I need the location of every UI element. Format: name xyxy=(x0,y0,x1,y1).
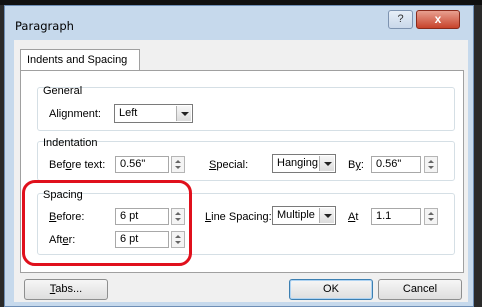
general-group-label: General xyxy=(43,85,83,97)
spin-down-icon xyxy=(428,166,434,169)
before-text-label: Before text: xyxy=(49,159,106,171)
help-button[interactable]: ? xyxy=(388,10,413,29)
line-spacing-label: Line Spacing: xyxy=(205,211,272,223)
by-label: By: xyxy=(348,159,364,171)
close-button[interactable]: x xyxy=(416,10,460,29)
line-spacing-value: Multiple xyxy=(277,209,315,221)
special-label: Special: xyxy=(209,159,249,171)
ok-button[interactable]: OK xyxy=(289,279,373,300)
by-spinner[interactable] xyxy=(424,156,438,173)
line-spacing-dropdown-button[interactable] xyxy=(319,208,334,223)
tab-indents-and-spacing[interactable]: Indents and Spacing xyxy=(20,49,140,71)
before-text-spinner[interactable] xyxy=(171,156,185,173)
spin-up-icon xyxy=(175,160,181,163)
dialog-title: Paragraph xyxy=(15,19,74,33)
at-input[interactable]: 1.1 xyxy=(371,208,421,225)
special-dropdown-button[interactable] xyxy=(319,156,334,171)
chevron-down-icon xyxy=(324,214,332,218)
chevron-down-icon xyxy=(324,162,332,166)
before-text-input[interactable]: 0.56" xyxy=(115,156,169,173)
background-right-edge xyxy=(474,5,482,307)
special-value: Hanging xyxy=(277,157,318,169)
alignment-dropdown-button[interactable] xyxy=(176,106,191,121)
annotation-highlight xyxy=(22,180,192,266)
special-dropdown[interactable]: Hanging xyxy=(272,154,336,173)
spin-down-icon xyxy=(175,166,181,169)
spin-up-icon xyxy=(428,212,434,215)
alignment-value: Left xyxy=(119,107,138,119)
spin-up-icon xyxy=(428,160,434,163)
at-spinner[interactable] xyxy=(424,208,438,225)
chevron-down-icon xyxy=(181,112,189,116)
cancel-button[interactable]: Cancel xyxy=(378,279,462,300)
indentation-group-label: Indentation xyxy=(43,137,98,149)
alignment-dropdown[interactable]: Left xyxy=(114,104,193,123)
alignment-label: Alignment: xyxy=(49,108,101,120)
by-input[interactable]: 0.56" xyxy=(371,156,421,173)
at-label: At xyxy=(348,211,359,223)
line-spacing-dropdown[interactable]: Multiple xyxy=(272,206,336,225)
spin-down-icon xyxy=(428,218,434,221)
tabs-button[interactable]: Tabs... xyxy=(24,279,108,300)
